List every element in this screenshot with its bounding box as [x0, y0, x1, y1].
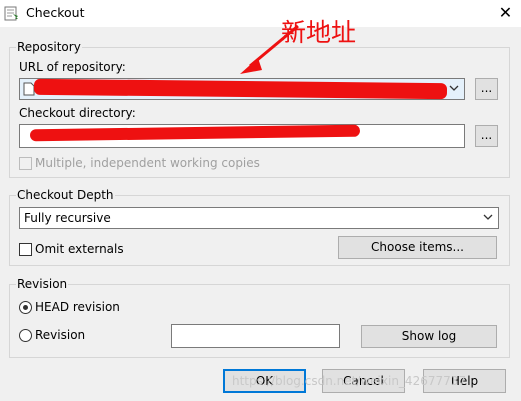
choose-items-label: Choose items...	[371, 240, 464, 254]
close-icon: ✕	[498, 3, 513, 22]
show-log-label: Show log	[401, 329, 457, 343]
depth-select[interactable]: Fully recursive	[19, 207, 499, 229]
checkout-directory-label: Checkout directory:	[19, 106, 136, 120]
repository-group-label: Repository	[16, 40, 82, 54]
choose-items-button[interactable]: Choose items...	[338, 236, 497, 259]
head-revision-radio[interactable]	[19, 301, 32, 314]
url-browse-label: ...	[480, 81, 493, 95]
revision-input[interactable]	[171, 324, 340, 348]
directory-browse-label: ...	[480, 128, 493, 142]
head-revision-label: HEAD revision	[35, 300, 120, 314]
omit-externals-label: Omit externals	[35, 242, 124, 256]
close-button[interactable]: ✕	[490, 0, 521, 27]
omit-externals-checkbox[interactable]	[19, 243, 32, 256]
revision-group-label: Revision	[16, 277, 69, 291]
checkout-depth-group-label: Checkout Depth	[16, 188, 115, 202]
window-title: Checkout	[26, 5, 85, 20]
checkout-app-icon	[4, 6, 18, 21]
multiple-working-copies-checkbox[interactable]	[19, 157, 32, 170]
revision-label: Revision	[35, 328, 86, 342]
show-log-button[interactable]: Show log	[361, 325, 497, 348]
url-label: URL of repository:	[19, 60, 126, 74]
revision-radio[interactable]	[19, 329, 32, 342]
directory-browse-button[interactable]: ...	[475, 125, 498, 147]
multiple-working-copies-label: Multiple, independent working copies	[35, 156, 260, 170]
chevron-down-icon	[449, 85, 459, 91]
depth-selected-value: Fully recursive	[24, 211, 111, 225]
url-browse-button[interactable]: ...	[475, 78, 498, 100]
watermark-text: https://blog.csdn.net/weixin_42677737	[232, 374, 467, 388]
chevron-down-icon	[483, 214, 493, 220]
annotation-arrow	[240, 24, 299, 74]
